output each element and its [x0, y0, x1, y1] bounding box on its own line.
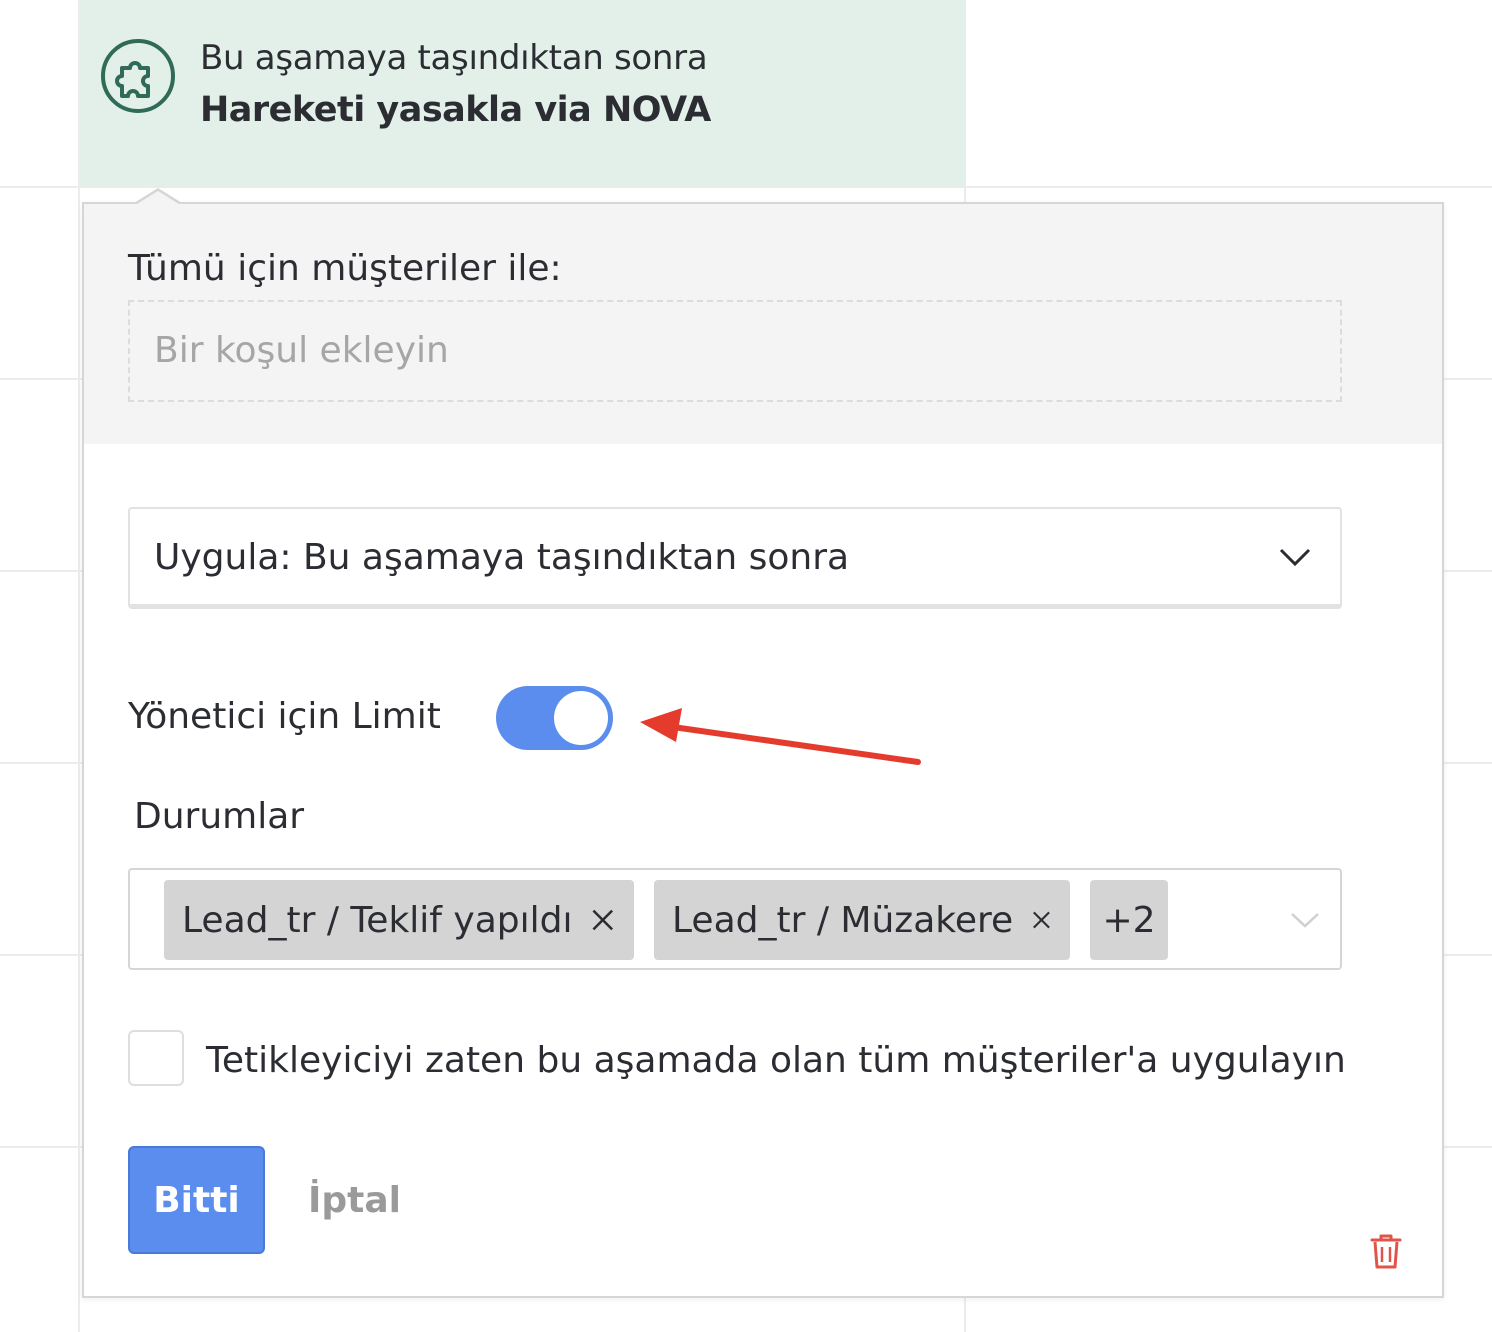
popover-caret-fill — [137, 191, 179, 204]
trigger-title: Hareketi yasakla via NOVA — [200, 90, 711, 130]
manager-limit-toggle[interactable] — [496, 686, 613, 750]
add-condition-placeholder: Bir koşul ekleyin — [154, 330, 449, 371]
trash-icon[interactable] — [1369, 1232, 1403, 1270]
conditions-label: Tümü için müşteriler ile: — [128, 248, 562, 289]
apply-timing-value: Uygula: Bu aşamaya taşındıktan sonra — [154, 537, 850, 578]
apply-existing-checkbox[interactable] — [128, 1030, 184, 1086]
manager-limit-label: Yönetici için Limit — [128, 696, 441, 737]
statuses-multiselect[interactable]: Lead_tr / Teklif yapıldı Lead_tr / Müzak… — [128, 868, 1342, 970]
add-condition-field[interactable]: Bir koşul ekleyin — [128, 300, 1342, 402]
remove-chip-icon[interactable] — [1031, 905, 1052, 935]
apply-timing-select[interactable]: Uygula: Bu aşamaya taşındıktan sonra — [128, 507, 1342, 609]
statuses-label: Durumlar — [134, 796, 305, 837]
done-button[interactable]: Bitti — [128, 1146, 265, 1254]
chevron-down-icon — [1291, 913, 1319, 928]
cancel-button[interactable]: İptal — [308, 1180, 401, 1221]
apply-existing-label: Tetikleyiciyi zaten bu aşamada olan tüm … — [206, 1040, 1346, 1081]
chevron-down-icon — [1279, 548, 1311, 567]
more-statuses-chip[interactable]: +2 — [1090, 880, 1168, 960]
status-chip-label: Lead_tr / Müzakere — [672, 899, 1014, 941]
status-chip: Lead_tr / Müzakere — [654, 880, 1070, 960]
grid-line — [78, 0, 80, 1332]
remove-chip-icon[interactable] — [590, 905, 616, 935]
annotation-arrow-icon — [640, 708, 921, 765]
toggle-knob — [554, 691, 608, 745]
puzzle-piece-icon — [101, 39, 175, 113]
status-chip: Lead_tr / Teklif yapıldı — [164, 880, 634, 960]
status-chip-label: Lead_tr / Teklif yapıldı — [182, 899, 573, 941]
trigger-when: Bu aşamaya taşındıktan sonra — [200, 38, 708, 78]
